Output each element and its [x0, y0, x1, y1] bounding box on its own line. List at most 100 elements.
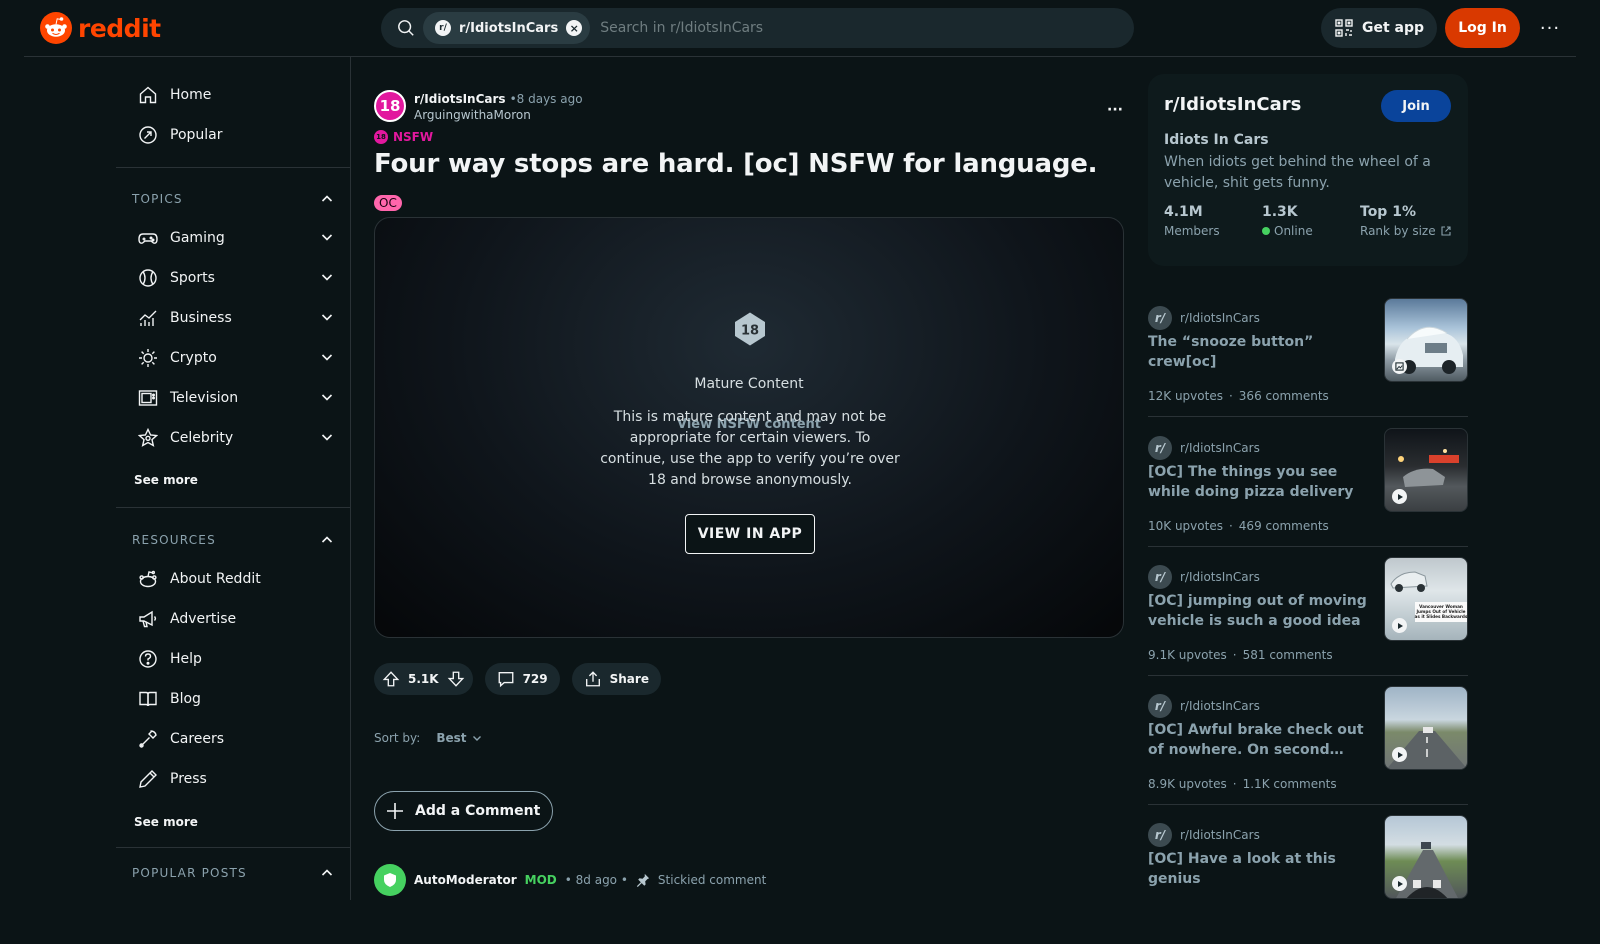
nav-item-help[interactable]: Help: [132, 639, 342, 679]
related-post-thumbnail[interactable]: Vancouver Woman Jumps Out of Vehicle as …: [1384, 557, 1468, 641]
share-label: Share: [609, 672, 649, 686]
nsfw-label: NSFW: [393, 130, 434, 144]
nav-item-label: Crypto: [170, 350, 217, 366]
post-overflow-menu[interactable]: ···: [1101, 96, 1129, 124]
related-post-comments: 366 comments: [1238, 389, 1329, 403]
search-bar[interactable]: r/ r/IdiotsInCars ×: [381, 8, 1134, 48]
comment-author[interactable]: AutoModerator: [414, 873, 517, 887]
related-post[interactable]: r/ r/IdiotsInCars [OC] Awful brake check…: [1148, 686, 1468, 815]
nav-item-advertise[interactable]: Advertise: [132, 599, 342, 639]
sort-dropdown[interactable]: Best: [436, 731, 482, 745]
nav-item-business[interactable]: Business: [132, 298, 342, 338]
related-post[interactable]: r/ r/IdiotsInCars [OC] jumping out of mo…: [1148, 557, 1468, 686]
related-post-thumbnail[interactable]: [1384, 686, 1468, 770]
vote-control: 5.1K: [374, 663, 473, 695]
post-actions: 5.1K 729 Share: [374, 663, 661, 695]
nav-item-gaming[interactable]: Gaming: [132, 218, 342, 258]
related-post-subreddit-label: r/IdiotsInCars: [1180, 570, 1260, 584]
topics-section-header[interactable]: TOPICS: [132, 179, 342, 219]
post-subreddit-link[interactable]: r/IdiotsInCars: [414, 92, 506, 106]
nav-item-television[interactable]: Television: [132, 378, 342, 418]
header-overflow-menu[interactable]: ···: [1530, 8, 1570, 48]
join-button[interactable]: Join: [1381, 90, 1451, 122]
comments-button[interactable]: 729: [484, 663, 560, 695]
related-post-thumbnail[interactable]: [1384, 298, 1468, 382]
nav-item-careers[interactable]: Careers: [132, 719, 342, 759]
subreddit-avatar[interactable]: 18: [374, 90, 406, 122]
related-post-title[interactable]: [OC] The things you see while doing pizz…: [1148, 462, 1373, 502]
downvote-icon[interactable]: [447, 670, 465, 688]
online-label-row: Online: [1262, 224, 1313, 238]
nav-item-home[interactable]: Home: [132, 75, 342, 115]
popular-posts-section-header[interactable]: POPULAR POSTS: [132, 853, 342, 893]
star-icon: [138, 428, 158, 447]
subreddit-name[interactable]: r/IdiotsInCars: [1164, 94, 1301, 115]
subreddit-icon: r/: [1148, 436, 1172, 460]
related-post-thumbnail[interactable]: [1384, 815, 1468, 899]
reddit-logo[interactable]: reddit: [40, 12, 161, 44]
related-post[interactable]: r/ r/IdiotsInCars [OC] The things you se…: [1148, 428, 1468, 557]
rank-stat[interactable]: Top 1% Rank by size: [1360, 204, 1452, 238]
share-button[interactable]: Share: [571, 663, 661, 695]
search-subreddit-chip[interactable]: r/ r/IdiotsInCars ×: [423, 12, 591, 44]
resources-see-more-link[interactable]: See more: [134, 815, 198, 829]
related-post-subreddit: r/ r/IdiotsInCars: [1148, 565, 1260, 589]
post-meta-top: r/IdiotsInCars •8 days ago: [414, 92, 583, 106]
search-input[interactable]: [590, 8, 1134, 48]
nav-item-label: Blog: [170, 691, 201, 707]
nsfw-icon: 18: [374, 130, 388, 144]
online-indicator-icon: [1262, 227, 1270, 235]
popular-posts-heading: POPULAR POSTS: [132, 866, 247, 880]
nav-item-label: Home: [170, 87, 212, 103]
online-count: 1.3K: [1262, 204, 1298, 220]
nav-item-blog[interactable]: Blog: [132, 679, 342, 719]
post-author-link[interactable]: ArguingwithaMoron: [414, 108, 583, 122]
nav-item-crypto[interactable]: Crypto: [132, 338, 342, 378]
view-in-app-button[interactable]: VIEW IN APP: [685, 514, 815, 554]
login-button[interactable]: Log In: [1445, 8, 1520, 48]
related-post-title[interactable]: [OC] Have a look at this genius: [1148, 849, 1373, 889]
sun-icon: [139, 349, 157, 367]
book-icon: [139, 691, 157, 707]
upvote-icon[interactable]: [382, 670, 400, 688]
get-app-button[interactable]: Get app: [1321, 8, 1437, 48]
nav-item-celebrity[interactable]: Celebrity: [132, 418, 342, 458]
gamepad-icon: [138, 233, 158, 244]
related-post-title[interactable]: [OC] jumping out of moving vehicle is su…: [1148, 591, 1373, 631]
related-post[interactable]: r/ r/IdiotsInCars [OC] Have a look at th…: [1148, 815, 1468, 944]
nav-item-sports[interactable]: Sports: [132, 258, 342, 298]
related-post-thumbnail[interactable]: [1384, 428, 1468, 512]
nsfw-media-blur[interactable]: View NSFW content 18 Mature Content This…: [374, 217, 1124, 638]
resources-section-header[interactable]: RESOURCES: [132, 520, 342, 560]
related-post-stats: 9.1K upvotes · 581 comments: [1148, 648, 1333, 662]
nav-item-press[interactable]: Press: [132, 759, 342, 799]
close-icon[interactable]: ×: [566, 20, 583, 36]
nav-item-label: Careers: [170, 731, 225, 747]
chevron-down-icon: [321, 274, 333, 281]
play-icon: [1392, 489, 1407, 504]
add-comment-button[interactable]: Add a Comment: [374, 791, 553, 831]
related-post[interactable]: r/ r/IdiotsInCars The “snooze button” cr…: [1148, 298, 1468, 427]
chevron-down-icon: [321, 394, 333, 401]
chevron-down-icon: [321, 354, 333, 361]
related-post-subreddit-label: r/IdiotsInCars: [1180, 311, 1260, 325]
stat-separator: ·: [1232, 777, 1237, 791]
online-stat: 1.3K Online: [1262, 204, 1313, 238]
nav-item-label: Popular: [170, 127, 223, 143]
qr-code-icon: [1335, 19, 1353, 37]
pin-icon: [636, 873, 650, 887]
search-chip-label: r/IdiotsInCars: [459, 20, 559, 36]
plus-icon: [387, 803, 403, 819]
related-post-subreddit: r/ r/IdiotsInCars: [1148, 694, 1260, 718]
nav-item-popular[interactable]: Popular: [132, 115, 342, 155]
related-post-title[interactable]: [OC] Awful brake check out of nowhere. O…: [1148, 720, 1373, 760]
wrench-icon: [139, 730, 157, 748]
automoderator-avatar[interactable]: [374, 864, 406, 896]
members-count: 4.1M: [1164, 204, 1203, 220]
topics-see-more-link[interactable]: See more: [134, 473, 198, 487]
post-flair[interactable]: OC: [374, 195, 402, 211]
related-post-title[interactable]: The “snooze button” crew[oc]: [1148, 332, 1373, 372]
sort-value: Best: [436, 731, 467, 745]
nav-item-about-reddit[interactable]: About Reddit: [132, 559, 342, 599]
related-post-subreddit: r/ r/IdiotsInCars: [1148, 823, 1260, 847]
